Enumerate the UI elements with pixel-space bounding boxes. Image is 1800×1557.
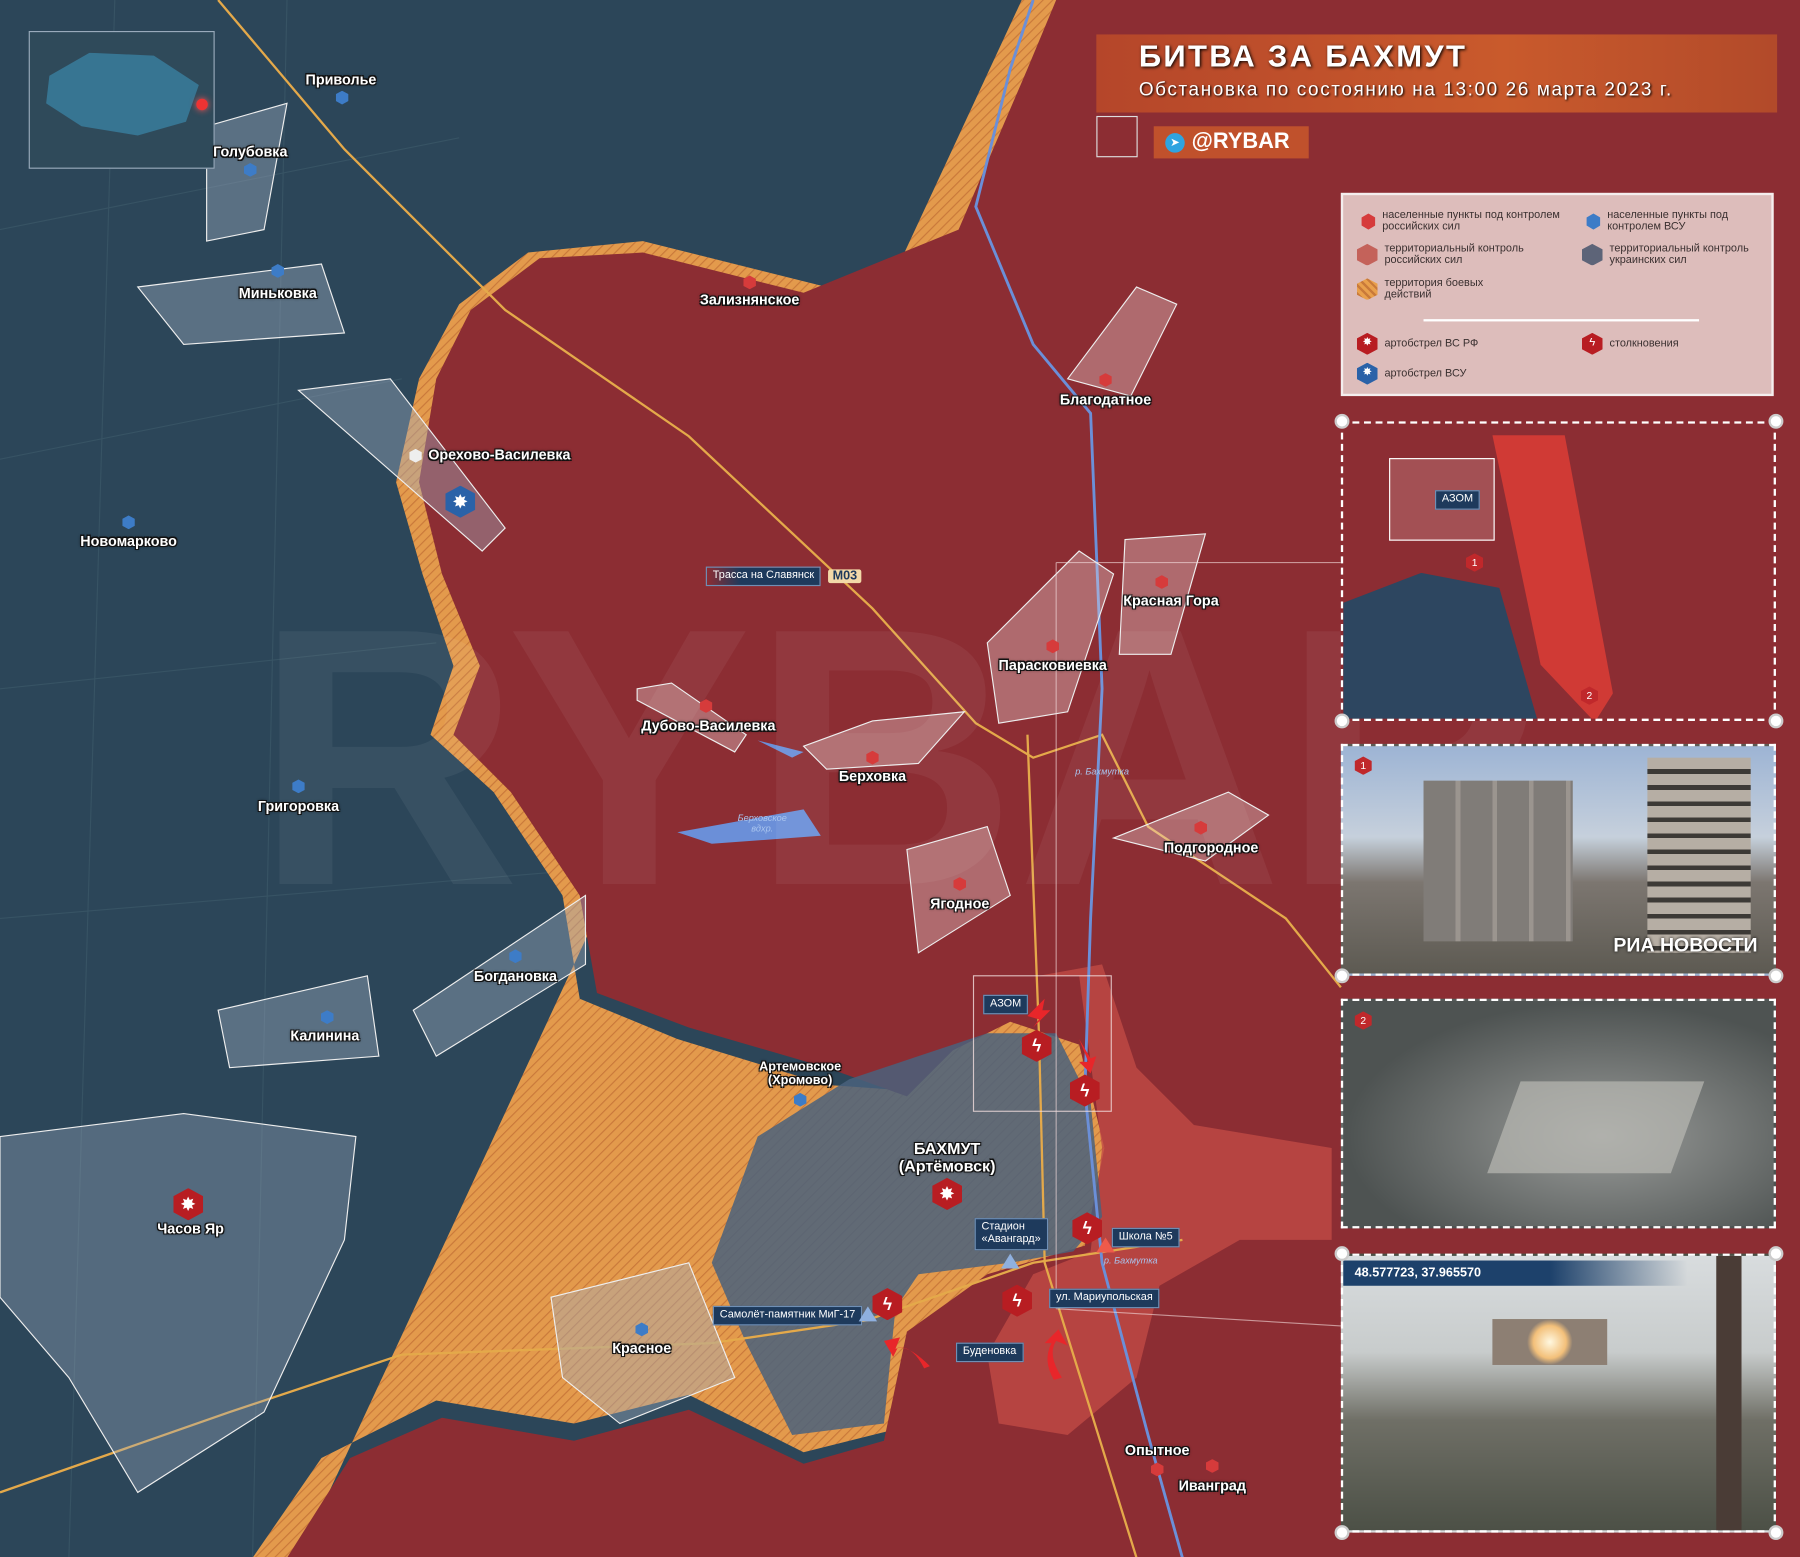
- settlement-label: Красное: [612, 1340, 672, 1357]
- reservoir-label: Берховское вдхр.: [737, 813, 787, 834]
- settlement-label: Богдановка: [473, 968, 557, 985]
- settlement-label: Иванград: [1178, 1477, 1247, 1495]
- photo-badge: 1: [1354, 756, 1372, 775]
- settlement-label: Часов Яр: [157, 1220, 224, 1237]
- photo-1-azom: 1 РИА НОВОСТИ: [1340, 743, 1776, 976]
- legend: населенные пункты под контролем российск…: [1340, 192, 1774, 397]
- legend-item: населенные пункты под контролем российск…: [1361, 208, 1569, 234]
- channel-tag: ➤ @RYBAR: [1153, 126, 1309, 159]
- coordinates-readout: 48.577723, 37.965570: [1343, 1260, 1688, 1286]
- ru-territory-swatch: [1356, 243, 1378, 266]
- settlement-label: Голубовка: [213, 144, 288, 161]
- mig-monument-tag: Самолёт-памятник МиГ-17: [712, 1305, 863, 1326]
- frame-corner: [1334, 413, 1350, 429]
- settlement-label: Подгородное: [1163, 839, 1259, 856]
- inset-map-azom: АЗОМ 1 2: [1340, 421, 1776, 721]
- river-label: р. Бахмутка: [1075, 766, 1129, 777]
- frame-corner: [1768, 1246, 1784, 1262]
- stadium-tag: Стадион «Авангард»: [974, 1218, 1049, 1251]
- decorative-frame: [1096, 115, 1138, 158]
- location-marker: [196, 98, 208, 111]
- legend-divider: [1423, 319, 1700, 322]
- legend-item: населенные пункты под контролем ВСУ: [1586, 208, 1759, 234]
- legend-item: ✸ артобстрел ВСУ: [1356, 362, 1467, 385]
- overview-minimap: [28, 30, 215, 169]
- frame-corner: [1768, 413, 1784, 429]
- legend-item: территориальный контроль российских сил: [1356, 242, 1564, 267]
- ru-settlement-icon: [1361, 213, 1376, 230]
- legend-label: артобстрел ВС РФ: [1384, 336, 1479, 350]
- settlement-label: Красная Гора: [1123, 592, 1219, 609]
- settlement-label: Парасковиевка: [998, 657, 1107, 674]
- frame-corner: [1334, 968, 1350, 984]
- frame-corner: [1334, 1525, 1350, 1541]
- clash-icon: ϟ: [1581, 332, 1603, 355]
- azom-tag: АЗОМ: [1435, 490, 1480, 510]
- frame-corner: [1334, 713, 1350, 729]
- legend-item: ϟ столкновения: [1581, 332, 1679, 355]
- page-subtitle: Обстановка по состоянию на 13:00 26 март…: [1138, 79, 1673, 100]
- artillery-ua-icon: ✸: [1356, 362, 1378, 385]
- page-title: БИТВА ЗА БАХМУТ: [1138, 39, 1468, 74]
- settlement-label: Приволье: [305, 71, 377, 88]
- legend-item: ✸ артобстрел ВС РФ: [1356, 332, 1479, 355]
- road-code: М03: [828, 569, 862, 584]
- damaged-building: [1647, 757, 1751, 953]
- settlement-label: Орехово-Василевка: [428, 447, 571, 464]
- legend-item: территориальный контроль украинских сил: [1581, 242, 1766, 267]
- legend-label: населенные пункты под контролем ВСУ: [1607, 208, 1729, 234]
- highway-tag: Трасса на Славянск: [705, 566, 822, 587]
- azom-tag: АЗОМ: [983, 994, 1029, 1015]
- city-alt-name: (Артёмовск): [898, 1156, 996, 1175]
- marker-badge: 1: [1465, 553, 1484, 572]
- explosion: [1526, 1319, 1573, 1365]
- region-shape: [46, 52, 199, 136]
- legend-item: территория боевых действий: [1356, 276, 1495, 301]
- settlement-label: Григоровка: [257, 798, 340, 815]
- legend-label: артобстрел ВСУ: [1384, 366, 1467, 380]
- settlement-label: Опытное: [1124, 1442, 1190, 1459]
- ua-settlement-icon: [1586, 213, 1601, 230]
- silo-towers: [1423, 780, 1573, 942]
- settlement-label: Дубово-Василевка: [641, 718, 776, 735]
- combat-zone-swatch: [1356, 278, 1378, 301]
- ruined-building: [1487, 1081, 1705, 1174]
- legend-label: территориальный контроль российских сил: [1384, 242, 1524, 267]
- street-tag: ул. Мариупольская: [1049, 1288, 1160, 1309]
- ria-watermark: РИА НОВОСТИ: [1613, 934, 1758, 957]
- inset-ua-area: [1343, 572, 1539, 719]
- photo-3-explosion: 48.577723, 37.965570: [1340, 1253, 1776, 1533]
- legend-label: территория боевых действий: [1384, 276, 1484, 301]
- city-label: БАХМУТ (Артёмовск): [899, 1140, 996, 1174]
- settlement-label: Благодатное: [1059, 391, 1152, 409]
- frame-corner: [1768, 968, 1784, 984]
- landmark-triangle-icon: [1001, 1253, 1020, 1269]
- frame-corner: [1768, 713, 1784, 729]
- settlement-label: Зализнянское: [699, 292, 800, 309]
- legend-label: столкновения: [1609, 336, 1679, 350]
- settlement-label: Артемовское (Хромово): [759, 1060, 842, 1088]
- settlement-label: Ягодное: [930, 895, 990, 913]
- settlement-label: Новомарково: [80, 533, 177, 550]
- ua-territory-swatch: [1581, 243, 1603, 266]
- settlement-label: Калинина: [290, 1027, 360, 1045]
- chimney: [1716, 1255, 1742, 1531]
- telegram-icon: ➤: [1165, 132, 1185, 153]
- frame-corner: [1768, 1525, 1784, 1541]
- artillery-ru-icon: ✸: [1356, 332, 1378, 355]
- school-tag: Школа №5: [1111, 1227, 1180, 1248]
- map-infographic: RYBAR Приволье Голубовка Миньковка Орехо…: [0, 0, 1800, 1557]
- channel-handle: @RYBAR: [1191, 129, 1290, 154]
- budenovka-tag: Буденовка: [955, 1342, 1024, 1363]
- landmark-triangle-icon: [1096, 1237, 1115, 1253]
- river-label: р. Бахмутка: [1103, 1255, 1158, 1266]
- settlement-label: Миньковка: [238, 285, 317, 302]
- photo-2-aerial: 2: [1340, 998, 1776, 1229]
- settlement-label: Берховка: [838, 768, 907, 785]
- city-name: БАХМУТ: [913, 1139, 981, 1158]
- photo-badge: 2: [1354, 1011, 1372, 1030]
- legend-label: территориальный контроль украинских сил: [1609, 242, 1749, 267]
- legend-label: населенные пункты под контролем российск…: [1382, 208, 1560, 234]
- frame-corner: [1334, 1246, 1350, 1262]
